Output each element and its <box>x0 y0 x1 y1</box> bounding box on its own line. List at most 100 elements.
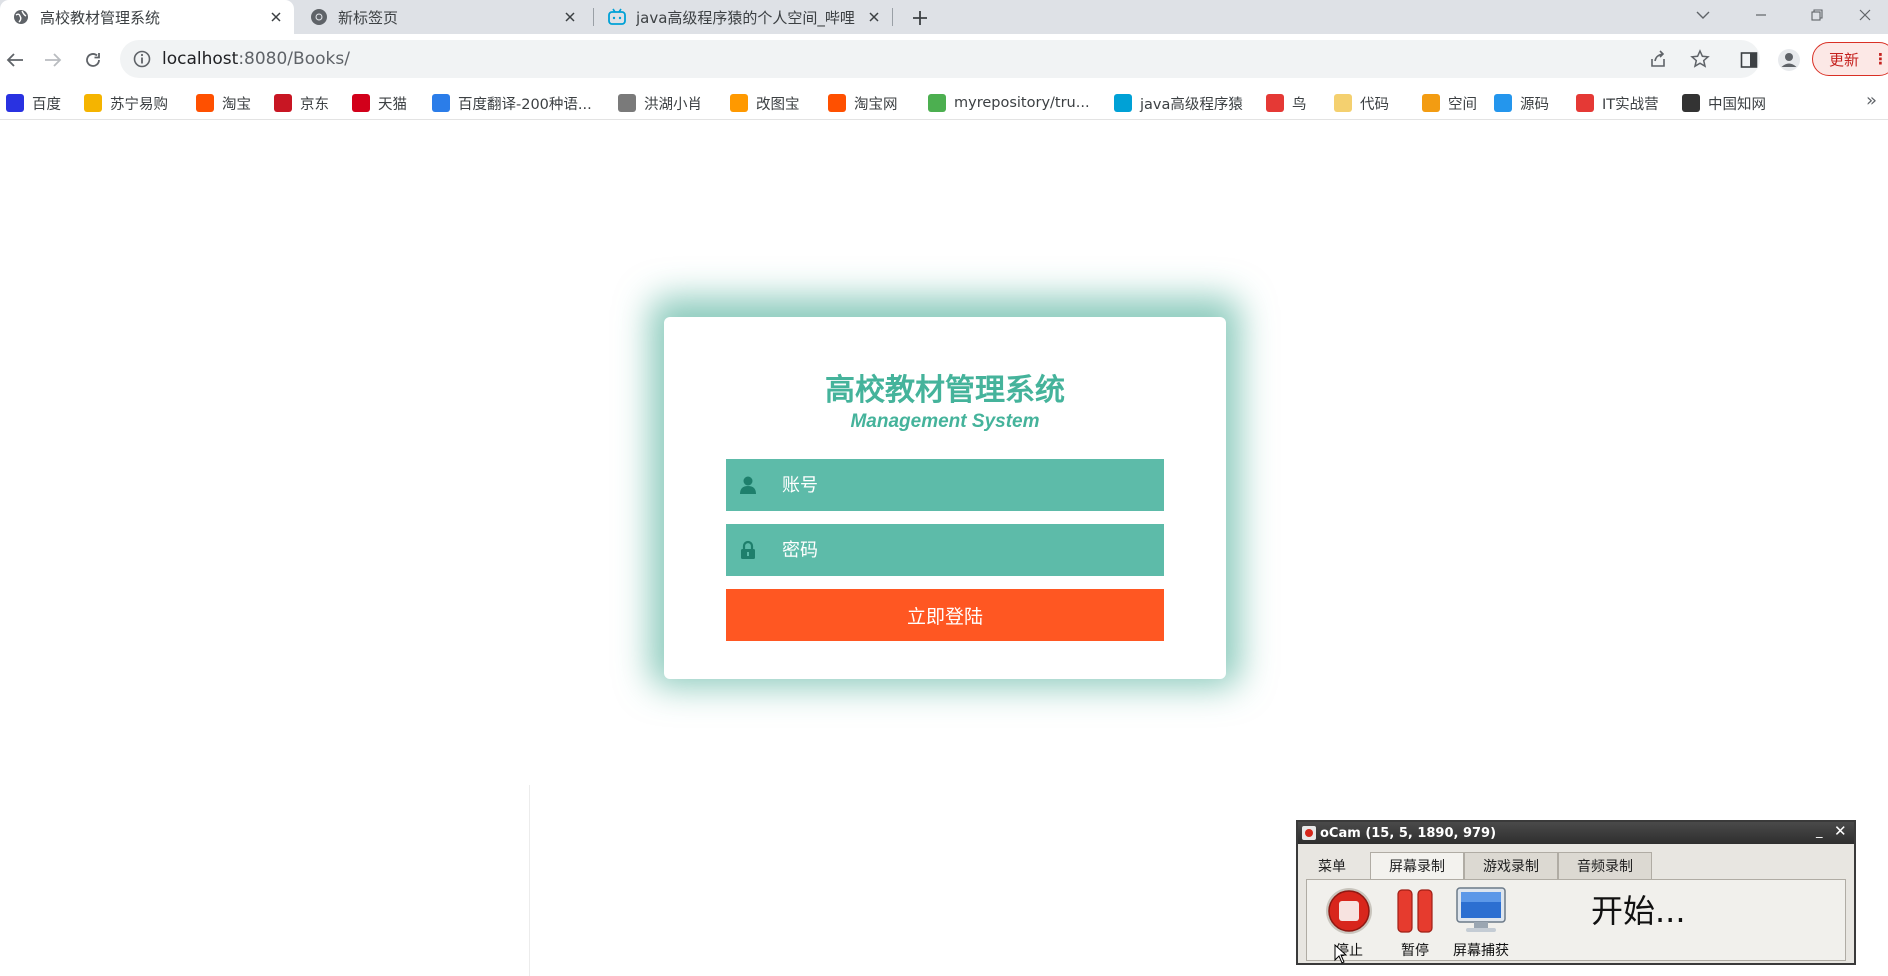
forward-button[interactable] <box>38 45 68 75</box>
address-bar[interactable]: localhost:8080/Books/ <box>120 40 1760 78</box>
bird-red-icon <box>1266 94 1284 112</box>
ocam-capture-button[interactable]: 屏幕捕获 <box>1451 884 1511 959</box>
account-input[interactable] <box>782 474 1142 496</box>
bookmark-item[interactable]: 改图宝 <box>730 92 800 114</box>
gaitubao-icon <box>730 94 748 112</box>
bookmark-item[interactable]: 天猫 <box>352 92 407 114</box>
star-icon[interactable] <box>1690 49 1710 69</box>
account-field[interactable] <box>726 459 1164 511</box>
bookmark-item[interactable]: 空间 <box>1422 92 1477 114</box>
bookmark-item[interactable]: 鸟 <box>1266 92 1307 114</box>
bookmark-item[interactable]: 淘宝 <box>196 92 251 114</box>
share-icon[interactable] <box>1648 49 1668 69</box>
close-tab-icon[interactable] <box>560 7 580 27</box>
monitor-icon <box>1456 887 1506 932</box>
pause-icon <box>1397 889 1433 933</box>
ocam-minimize-icon[interactable]: _ <box>1816 824 1823 839</box>
ocam-tab-audio-record[interactable]: 音频录制 <box>1558 852 1652 880</box>
tab-new-tab[interactable]: 新标签页 <box>298 0 588 34</box>
ocam-title: oCam (15, 5, 1890, 979) <box>1320 825 1497 841</box>
bookmark-label: java高级程序猿 <box>1140 96 1243 113</box>
bookmark-label: 百度 <box>32 96 61 113</box>
profile-avatar-icon[interactable] <box>1776 47 1802 73</box>
ocam-tab-game-record[interactable]: 游戏录制 <box>1464 852 1558 880</box>
bookmark-item[interactable]: 洪湖小肖 <box>618 92 702 114</box>
login-card: 高校教材管理系统 Management System 立即登陆 <box>664 317 1226 679</box>
arrow-right-icon <box>45 53 62 67</box>
chrome-icon <box>310 8 328 26</box>
ocam-stop-button[interactable]: 停止 <box>1319 884 1379 959</box>
bilibili-icon <box>608 8 626 26</box>
tab-bilibili[interactable]: java高级程序猿的个人空间_哔哩 <box>596 0 892 34</box>
bookmark-label: 京东 <box>300 96 329 113</box>
tab-search-button[interactable] <box>1680 0 1726 30</box>
bookmark-item[interactable]: 源码 <box>1494 92 1549 114</box>
bookmarks-overflow-icon[interactable]: » <box>1866 90 1877 111</box>
bookmark-item[interactable]: 百度翻译-200种语... <box>432 92 592 114</box>
bird-icon <box>618 94 636 112</box>
back-button[interactable] <box>0 45 30 75</box>
bookmark-item[interactable]: 代码 <box>1334 92 1389 114</box>
bookmark-label: IT实战营 <box>1602 96 1659 113</box>
close-tab-icon[interactable] <box>266 7 286 27</box>
url-host: localhost <box>162 49 239 69</box>
ocam-tab-menu[interactable]: 菜单 <box>1304 852 1360 880</box>
bookmark-item[interactable]: IT实战营 <box>1576 92 1659 114</box>
ocam-window: oCam (15, 5, 1890, 979) _ ✕ 菜单 屏幕录制 游戏录制… <box>1296 820 1856 965</box>
suning-icon <box>84 94 102 112</box>
chevron-down-icon <box>1696 11 1710 19</box>
bookmark-label: 空间 <box>1448 96 1477 113</box>
bookmark-label: myrepository/tru... <box>954 95 1090 111</box>
close-tab-icon[interactable] <box>864 7 884 27</box>
tab-separator <box>892 8 893 26</box>
update-button[interactable]: 更新 ⋮ <box>1812 42 1888 76</box>
password-field[interactable] <box>726 524 1164 576</box>
taobao-icon <box>828 94 846 112</box>
ocam-pause-button[interactable]: 暂停 <box>1385 884 1445 959</box>
reload-icon <box>86 53 100 67</box>
globe-icon <box>12 8 30 26</box>
url-text[interactable]: localhost:8080/Books/ <box>162 49 350 69</box>
minimize-button[interactable] <box>1738 0 1784 30</box>
reload-button[interactable] <box>78 45 108 75</box>
minimize-icon <box>1756 14 1766 16</box>
close-window-button[interactable] <box>1842 0 1888 30</box>
bookmark-item[interactable]: 中国知网 <box>1682 92 1766 114</box>
repo-icon <box>928 94 946 112</box>
baidu-icon <box>6 94 24 112</box>
ocam-status-text: 开始... <box>1591 892 1686 930</box>
login-subtitle: Management System <box>850 411 1040 432</box>
new-tab-button[interactable] <box>906 4 934 32</box>
bookmark-label: 代码 <box>1360 96 1389 113</box>
arrow-left-icon <box>6 53 23 67</box>
side-panel-icon[interactable] <box>1738 49 1760 71</box>
close-icon <box>1859 9 1871 21</box>
tab-login-page[interactable]: 高校教材管理系统 <box>0 0 294 34</box>
ocam-titlebar: oCam (15, 5, 1890, 979) <box>1298 822 1854 844</box>
bookmark-item[interactable]: java高级程序猿 <box>1114 92 1243 114</box>
bookmark-item[interactable]: 淘宝网 <box>828 92 898 114</box>
lock-icon <box>738 540 758 560</box>
password-input[interactable] <box>782 539 1142 561</box>
divider <box>529 785 530 976</box>
ocam-close-icon[interactable]: ✕ <box>1834 822 1847 840</box>
login-button[interactable]: 立即登陆 <box>726 589 1164 641</box>
login-title: 高校教材管理系统 <box>825 373 1065 408</box>
plus-icon <box>913 11 927 25</box>
bookmark-item[interactable]: 京东 <box>274 92 329 114</box>
ocam-logo-icon <box>1302 826 1316 840</box>
ocam-tab-screen-record[interactable]: 屏幕录制 <box>1370 852 1464 880</box>
bookmark-item[interactable]: 苏宁易购 <box>84 92 168 114</box>
mouse-cursor-icon <box>1334 944 1348 964</box>
bookmark-label: 苏宁易购 <box>110 96 168 113</box>
bookmark-item[interactable]: 百度 <box>6 92 61 114</box>
info-icon[interactable] <box>132 49 152 69</box>
user-icon <box>738 475 758 495</box>
kebab-menu-icon: ⋮ <box>1873 50 1888 68</box>
ocam-pause-label: 暂停 <box>1401 943 1429 959</box>
bookmark-item[interactable]: myrepository/tru... <box>928 92 1090 114</box>
bookmark-label: 淘宝 <box>222 96 251 113</box>
docker-icon <box>1494 94 1512 112</box>
update-label: 更新 <box>1829 50 1860 69</box>
restore-button[interactable] <box>1794 0 1840 30</box>
